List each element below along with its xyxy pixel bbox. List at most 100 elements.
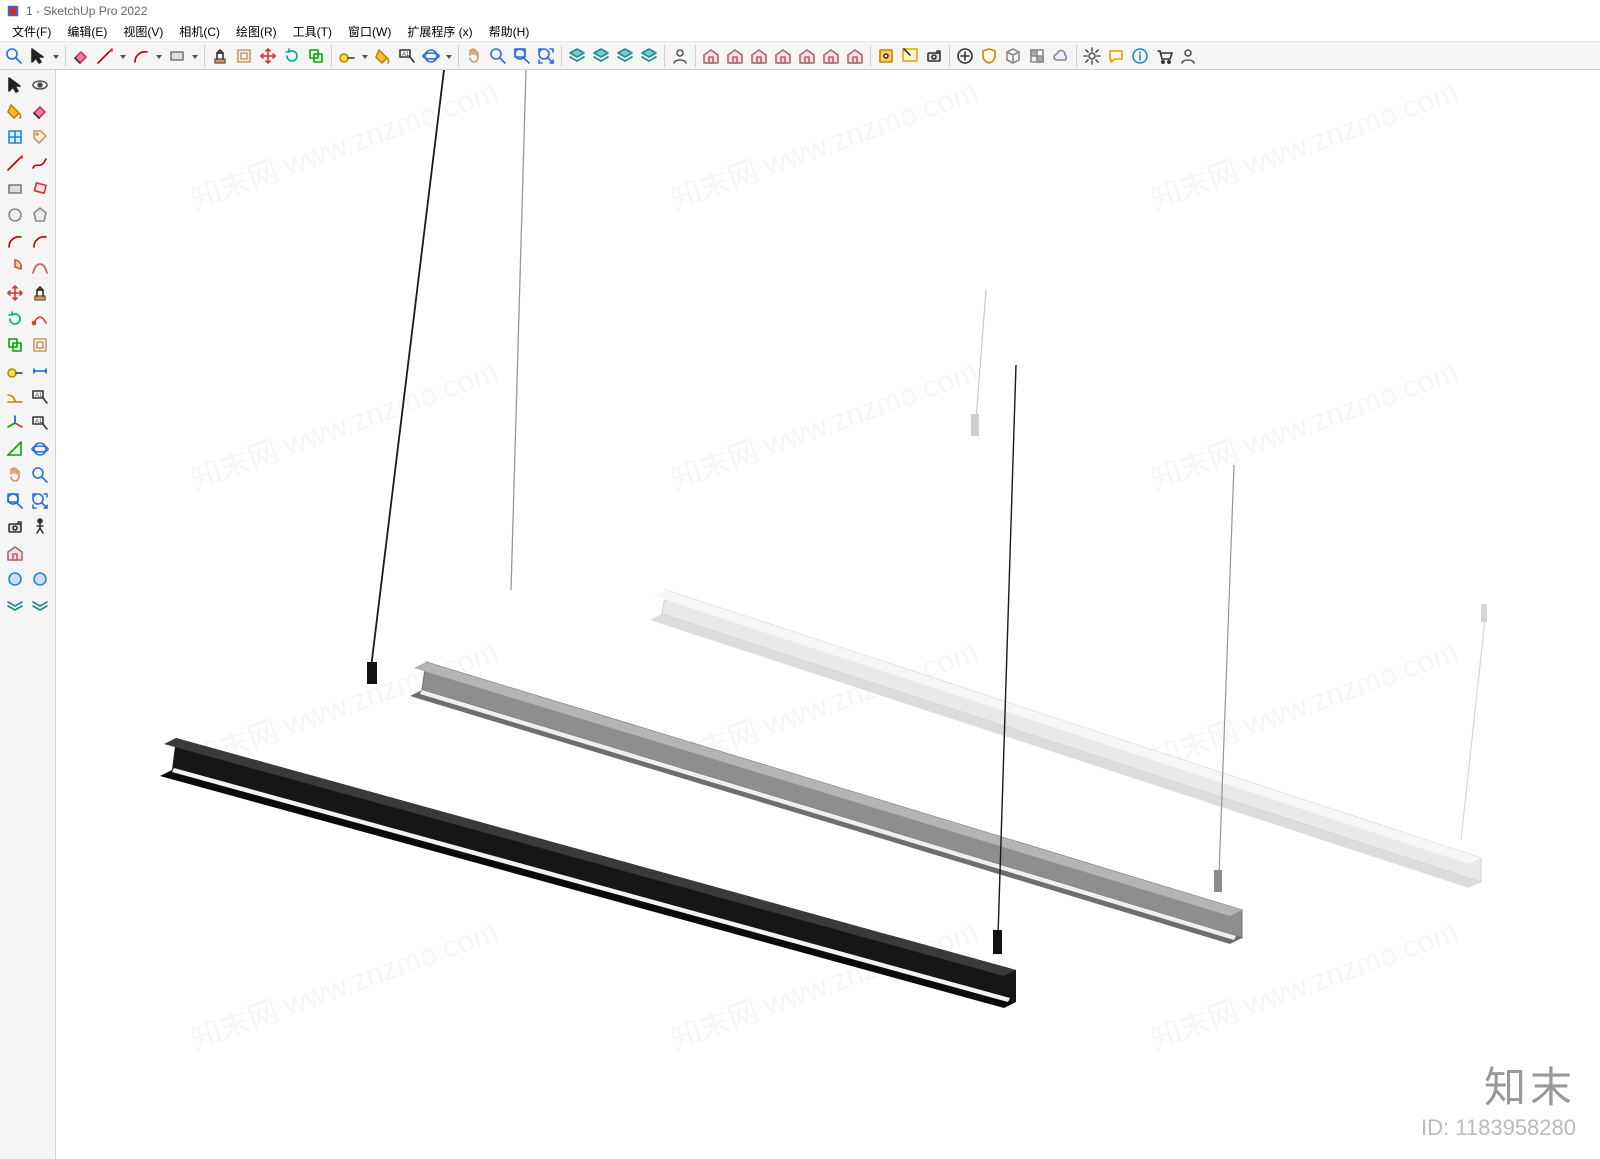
section-icon[interactable] — [2, 436, 28, 462]
zoom-tool2-icon[interactable] — [28, 462, 54, 488]
menu-item[interactable]: 编辑(E) — [59, 21, 115, 42]
zoom-extents-icon[interactable] — [534, 44, 558, 68]
tag-apply-icon[interactable] — [28, 124, 54, 150]
axes-icon[interactable] — [2, 410, 28, 436]
arc2-icon[interactable] — [2, 228, 28, 254]
layers-icon[interactable] — [565, 44, 589, 68]
freehand-icon[interactable] — [28, 150, 54, 176]
print-icon[interactable] — [771, 44, 795, 68]
cart-icon[interactable] — [1152, 44, 1176, 68]
paint-icon[interactable] — [371, 44, 395, 68]
house-icon[interactable] — [795, 44, 819, 68]
zoom-tool-icon[interactable] — [486, 44, 510, 68]
select-arrow-icon[interactable] — [26, 44, 50, 68]
3dwarehouse-icon[interactable] — [723, 44, 747, 68]
paint-bucket-icon[interactable] — [2, 98, 28, 124]
viewport[interactable]: 知末网 www.znzmo.com — [56, 70, 1600, 1159]
offset-tool-icon[interactable] — [28, 332, 54, 358]
cube-icon[interactable] — [1001, 44, 1025, 68]
select-window-icon[interactable] — [898, 44, 922, 68]
scenes-icon[interactable] — [637, 44, 661, 68]
pan-tool-icon[interactable] — [2, 462, 28, 488]
extension-icon[interactable] — [874, 44, 898, 68]
protractor-icon[interactable] — [2, 384, 28, 410]
menu-item[interactable]: 扩展程序 (x) — [399, 21, 480, 42]
bezier-icon[interactable] — [28, 254, 54, 280]
component-icon[interactable] — [2, 124, 28, 150]
pie-icon[interactable] — [2, 254, 28, 280]
footprint-icon[interactable] — [2, 540, 28, 566]
dropdown-icon[interactable] — [443, 44, 455, 68]
plugin4-icon[interactable] — [28, 592, 54, 618]
pushpull-icon[interactable] — [208, 44, 232, 68]
zoom-window2-icon[interactable] — [2, 488, 28, 514]
chat-icon[interactable] — [1104, 44, 1128, 68]
user-icon[interactable] — [668, 44, 692, 68]
camera-tool-icon[interactable] — [922, 44, 946, 68]
menu-item[interactable]: 窗口(W) — [340, 21, 399, 42]
arc-icon[interactable] — [129, 44, 153, 68]
model-canvas[interactable]: 知末网 www.znzmo.com — [56, 70, 1600, 1159]
orbit-icon[interactable] — [419, 44, 443, 68]
orbit-tool-icon[interactable] — [28, 436, 54, 462]
pan-icon[interactable] — [462, 44, 486, 68]
gear-icon[interactable] — [1080, 44, 1104, 68]
move-tool-icon[interactable] — [2, 280, 28, 306]
pencil-icon[interactable] — [93, 44, 117, 68]
outliner-icon[interactable] — [613, 44, 637, 68]
add-icon[interactable] — [953, 44, 977, 68]
rectangle-tool-icon[interactable] — [2, 176, 28, 202]
dropdown-icon[interactable] — [50, 44, 62, 68]
cloud-icon[interactable] — [1049, 44, 1073, 68]
line-icon[interactable] — [2, 150, 28, 176]
menu-item[interactable]: 工具(T) — [285, 21, 340, 42]
followme-icon[interactable] — [28, 306, 54, 332]
pushpull-tool-icon[interactable] — [28, 280, 54, 306]
plugin3-icon[interactable] — [2, 592, 28, 618]
scale-tool-icon[interactable] — [2, 332, 28, 358]
export-icon[interactable] — [819, 44, 843, 68]
offset-icon[interactable] — [232, 44, 256, 68]
rectangle-icon[interactable] — [165, 44, 189, 68]
plugin2-icon[interactable] — [28, 566, 54, 592]
menu-item[interactable]: 帮助(H) — [481, 21, 538, 42]
zoom-icon[interactable] — [2, 44, 26, 68]
info-icon[interactable] — [1128, 44, 1152, 68]
rectangle-rot-icon[interactable] — [28, 176, 54, 202]
circle-icon[interactable] — [2, 202, 28, 228]
text-label-icon[interactable]: A1 — [28, 384, 54, 410]
text-icon[interactable]: A1 — [395, 44, 419, 68]
plugin1-icon[interactable] — [2, 566, 28, 592]
eraser-icon[interactable] — [28, 98, 54, 124]
walk-icon[interactable] — [28, 514, 54, 540]
dimension-icon[interactable] — [28, 358, 54, 384]
menu-item[interactable]: 绘图(R) — [228, 21, 285, 42]
rotate-tool-icon[interactable] — [2, 306, 28, 332]
menu-item[interactable]: 视图(V) — [115, 21, 171, 42]
3dtext-icon[interactable]: A1 — [28, 410, 54, 436]
menu-item[interactable]: 相机(C) — [171, 21, 228, 42]
eraser-icon[interactable] — [69, 44, 93, 68]
menu-item[interactable]: 文件(F) — [4, 21, 59, 42]
move-icon[interactable] — [256, 44, 280, 68]
dropdown-icon[interactable] — [153, 44, 165, 68]
position-camera-icon[interactable] — [2, 514, 28, 540]
look-icon[interactable] — [28, 72, 54, 98]
rotate-icon[interactable] — [280, 44, 304, 68]
home-icon[interactable] — [747, 44, 771, 68]
dropdown-icon[interactable] — [189, 44, 201, 68]
polygon-icon[interactable] — [28, 202, 54, 228]
scale-icon[interactable] — [304, 44, 328, 68]
tape-icon[interactable] — [335, 44, 359, 68]
profile-icon[interactable] — [1176, 44, 1200, 68]
zoom-extents2-icon[interactable] — [28, 488, 54, 514]
tags-icon[interactable] — [589, 44, 613, 68]
arc3-icon[interactable] — [28, 228, 54, 254]
tape-tool-icon[interactable] — [2, 358, 28, 384]
transparency-icon[interactable] — [1025, 44, 1049, 68]
zoom-window-icon[interactable] — [510, 44, 534, 68]
dropdown-icon[interactable] — [117, 44, 129, 68]
warehouse-icon[interactable] — [699, 44, 723, 68]
select-icon[interactable] — [2, 72, 28, 98]
dropdown-icon[interactable] — [359, 44, 371, 68]
